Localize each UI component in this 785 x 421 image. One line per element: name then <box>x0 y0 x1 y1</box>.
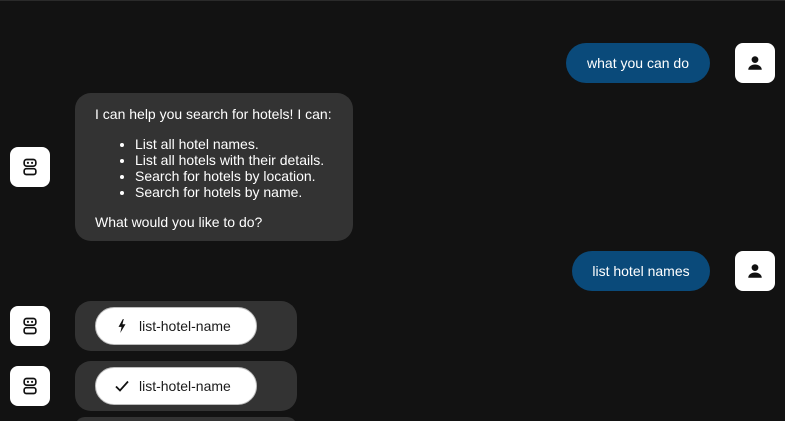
tool-call-label: list-hotel-name <box>139 318 231 334</box>
list-item: Search for hotels by name. <box>135 184 333 200</box>
tool-call-bubble: list-hotel-name <box>75 301 297 351</box>
list-item: List all hotel names. <box>135 136 333 152</box>
user-message-text: what you can do <box>587 55 689 71</box>
chat-thread: what you can do I can help you search fo… <box>0 0 785 421</box>
user-avatar <box>735 43 775 83</box>
tool-call-bubble: list-hotel-name <box>75 361 297 411</box>
bot-message-outro: What would you like to do? <box>95 214 263 230</box>
robot-icon <box>23 317 37 335</box>
capabilities-list: List all hotel names. List all hotels wi… <box>95 136 333 200</box>
robot-icon <box>23 158 37 176</box>
list-item: Search for hotels by location. <box>135 168 333 184</box>
robot-icon <box>23 377 37 395</box>
user-avatar <box>735 251 775 291</box>
tool-call-button[interactable]: list-hotel-name <box>95 307 257 345</box>
tool-call-button[interactable]: list-hotel-name <box>95 367 257 405</box>
bot-avatar <box>10 147 50 187</box>
bot-message-intro: I can help you search for hotels! I can: <box>95 106 332 122</box>
bot-avatar <box>10 366 50 406</box>
list-item: List all hotels with their details. <box>135 152 333 168</box>
person-icon <box>748 56 762 70</box>
user-message-bubble: what you can do <box>566 43 710 83</box>
person-icon <box>748 264 762 278</box>
bot-message-bubble: I can help you search for hotels! I can:… <box>75 93 353 241</box>
tool-call-label: list-hotel-name <box>139 378 231 394</box>
next-message-bubble <box>75 417 297 421</box>
user-message-bubble: list hotel names <box>572 251 710 291</box>
bot-avatar <box>10 306 50 346</box>
user-message-text: list hotel names <box>592 263 690 279</box>
lightning-icon <box>115 319 129 333</box>
checkmark-icon <box>115 379 129 393</box>
